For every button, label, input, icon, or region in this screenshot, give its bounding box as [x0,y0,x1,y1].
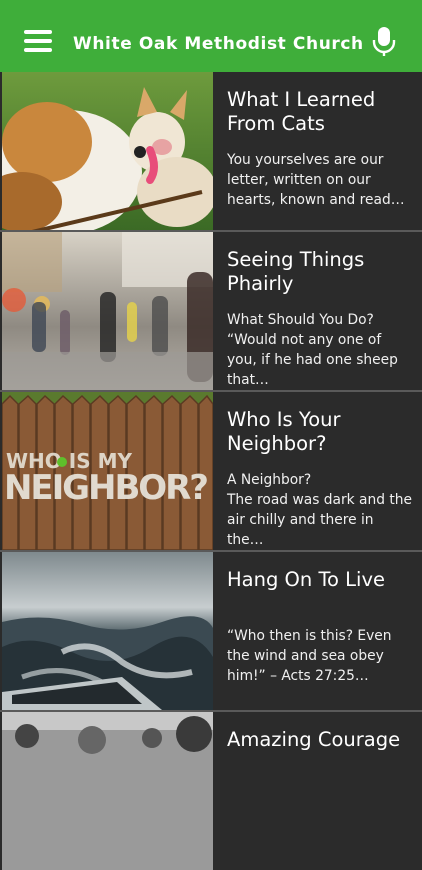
item-text: Seeing Things Phairly What Should You Do… [227,248,413,390]
blurry-crowd-image [2,232,213,390]
menu-bar [24,39,52,43]
feed-item[interactable]: WHO IS MY NEIGHBOR? Who Is Your Neighbor… [0,392,422,552]
item-text: Who Is Your Neighbor? A Neighbor? The ro… [227,408,413,550]
image-text-line-2: NEIGHBOR? [4,468,209,508]
menu-bar [24,30,52,34]
item-excerpt: What Should You Do? “Would not any one o… [227,312,398,388]
menu-bar [24,48,52,52]
thumbnail-blurry-crowd [2,232,213,390]
item-excerpt: You yourselves are our letter, written o… [227,152,405,208]
item-title: Hang On To Live [227,568,385,591]
hamburger-menu-icon[interactable] [24,30,52,52]
item-title: What I Learned From Cats [227,88,376,135]
dog-cat-image [2,72,213,230]
thumbnail-crowd-courage [2,712,213,870]
thumbnail-stormy-sea [2,552,213,710]
thumbnail-dog-cat [2,72,213,230]
feed-item[interactable]: Seeing Things Phairly What Should You Do… [0,232,422,392]
item-text: Amazing Courage [227,728,413,766]
app-header: White Oak Methodist Church [0,0,422,72]
item-title: Amazing Courage [227,728,401,751]
microphone-icon[interactable] [372,26,396,58]
app-title: White Oak Methodist Church [73,34,364,54]
feed-item[interactable]: What I Learned From Cats You yourselves … [0,72,422,232]
item-excerpt: A Neighbor? The road was dark and the ai… [227,472,413,548]
item-text: Hang On To Live “Who then is this? Even … [227,568,413,686]
wooden-fence-image: WHO IS MY NEIGHBOR? [2,392,213,550]
stormy-sea-image [2,552,213,710]
thumbnail-wooden-fence: WHO IS MY NEIGHBOR? [2,392,213,550]
item-title: Seeing Things Phairly [227,248,365,295]
courage-image [2,712,213,870]
leaf-accent [57,457,67,467]
item-text: What I Learned From Cats You yourselves … [227,88,413,210]
sermon-feed: What I Learned From Cats You yourselves … [0,72,422,870]
feed-item[interactable]: Amazing Courage [0,712,422,870]
item-title: Who Is Your Neighbor? [227,408,341,455]
item-excerpt: “Who then is this? Even the wind and sea… [227,628,392,684]
feed-item[interactable]: Hang On To Live “Who then is this? Even … [0,552,422,712]
